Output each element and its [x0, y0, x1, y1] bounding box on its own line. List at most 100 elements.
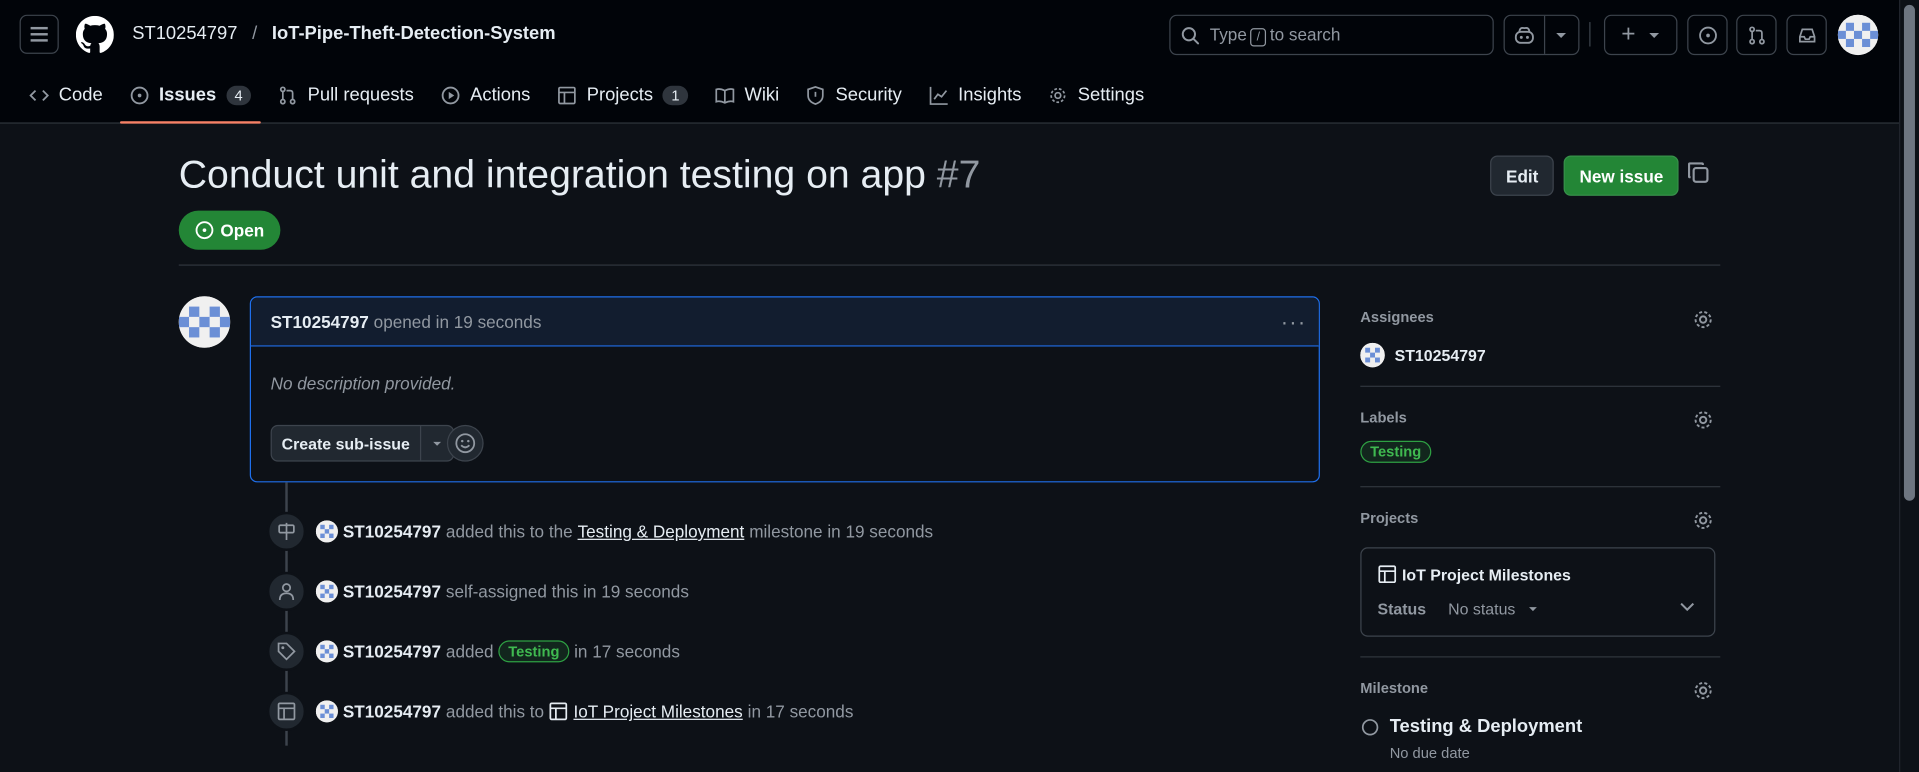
- event-text: added this to: [445, 701, 545, 722]
- timeline-event: ST10254797 added Testing in 17 seconds: [266, 631, 680, 671]
- tab-label: Code: [58, 84, 103, 106]
- add-reaction-button[interactable]: [446, 424, 484, 462]
- gear-icon: [1048, 85, 1068, 105]
- breadcrumb-repo[interactable]: IoT-Pipe-Theft-Detection-System: [272, 23, 556, 44]
- tab-actions[interactable]: Actions: [431, 73, 540, 116]
- progress-circle-icon: [1361, 718, 1379, 735]
- person-icon: [266, 571, 307, 611]
- table-icon: [1378, 565, 1397, 584]
- git-pull-request-icon: [1748, 25, 1765, 44]
- event-text: added this to the: [445, 521, 573, 542]
- gear-icon[interactable]: [1692, 409, 1714, 431]
- github-logo-icon[interactable]: [75, 15, 114, 54]
- event-text: in 17 seconds: [747, 701, 854, 722]
- gear-icon[interactable]: [1692, 680, 1714, 702]
- event-text: added: [445, 641, 494, 662]
- search-input[interactable]: Type / to search: [1169, 14, 1494, 56]
- tab-label: Settings: [1077, 84, 1145, 106]
- copy-icon: [1687, 162, 1709, 183]
- pull-requests-button[interactable]: [1736, 14, 1777, 56]
- issue-number: #7: [936, 151, 981, 196]
- tab-pull-requests[interactable]: Pull requests: [268, 73, 423, 116]
- kebab-menu-icon[interactable]: ···: [1281, 310, 1307, 336]
- edit-button[interactable]: Edit: [1490, 155, 1555, 196]
- event-text: self-assigned this in 19 seconds: [445, 581, 689, 602]
- gear-icon[interactable]: [1692, 309, 1714, 331]
- comment-author[interactable]: ST10254797: [271, 312, 369, 332]
- timeline-event: ST10254797 self-assigned this in 19 seco…: [266, 571, 689, 611]
- sidebar-divider: [1360, 486, 1721, 488]
- status-dropdown[interactable]: No status: [1448, 600, 1537, 618]
- chevron-down-icon: [1545, 31, 1578, 38]
- search-placeholder-pre: Type: [1209, 23, 1247, 44]
- issues-button[interactable]: [1687, 14, 1728, 56]
- label-badge[interactable]: Testing: [1360, 440, 1432, 463]
- copilot-icon: [1505, 15, 1546, 54]
- graph-icon: [929, 85, 949, 105]
- sidebar-divider: [1360, 385, 1721, 387]
- tab-label: Actions: [470, 84, 531, 106]
- tab-counter: 1: [662, 85, 689, 105]
- scrollbar-thumb[interactable]: [1903, 4, 1915, 501]
- table-icon: [557, 85, 577, 105]
- create-new-button[interactable]: +: [1603, 14, 1678, 56]
- identicon-icon: [1837, 14, 1879, 56]
- tab-issues[interactable]: Issues 4: [119, 73, 262, 124]
- project-status-row: Status No status: [1377, 600, 1537, 618]
- sidebar-projects: Projects: [1360, 509, 1716, 529]
- sidebar-divider: [1360, 656, 1721, 658]
- event-avatar[interactable]: [315, 700, 338, 723]
- new-issue-button[interactable]: New issue: [1563, 155, 1680, 196]
- tab-settings[interactable]: Settings: [1039, 73, 1154, 116]
- event-avatar[interactable]: [315, 640, 338, 663]
- header-divider: [1589, 22, 1591, 47]
- identicon-icon: [178, 296, 231, 348]
- label-badge[interactable]: Testing: [498, 640, 570, 663]
- copy-link-button[interactable]: [1686, 160, 1715, 189]
- avatar: [1360, 342, 1385, 368]
- project-link[interactable]: IoT Project Milestones: [573, 702, 742, 722]
- milestone-link[interactable]: Testing & Deployment: [578, 522, 745, 542]
- issue-state-label: Open: [220, 220, 265, 240]
- tab-label: Projects: [586, 84, 654, 106]
- create-sub-issue-button[interactable]: Create sub-issue: [270, 424, 454, 462]
- search-placeholder-post: to search: [1269, 23, 1341, 44]
- sidebar-labels: Labels Testing: [1360, 409, 1716, 463]
- assignee-item[interactable]: ST10254797: [1360, 342, 1716, 368]
- event-text: in 17 seconds: [574, 641, 680, 662]
- tab-counter: 4: [225, 85, 252, 105]
- app-header: ST10254797 / IoT-Pipe-Theft-Detection-Sy…: [0, 0, 1919, 124]
- event-user[interactable]: ST10254797: [343, 582, 441, 602]
- event-user[interactable]: ST10254797: [343, 642, 441, 662]
- breadcrumb-owner[interactable]: ST10254797: [132, 23, 237, 44]
- tab-wiki[interactable]: Wiki: [705, 73, 789, 116]
- tab-label: Wiki: [744, 84, 780, 106]
- section-title: Assignees: [1360, 308, 1434, 326]
- project-card[interactable]: IoT Project Milestones Status No status: [1360, 547, 1716, 637]
- event-avatar[interactable]: [315, 520, 338, 543]
- inbox-icon: [1798, 27, 1815, 42]
- issue-state-badge: Open: [178, 210, 281, 250]
- comment-author-avatar[interactable]: [178, 296, 231, 348]
- tab-code[interactable]: Code: [20, 73, 113, 116]
- milestone-name: Testing & Deployment: [1389, 716, 1583, 738]
- project-title[interactable]: IoT Project Milestones: [1377, 564, 1571, 584]
- search-shortcut-key: /: [1250, 27, 1267, 46]
- inbox-button[interactable]: [1786, 14, 1827, 56]
- milestone-item[interactable]: Testing & Deployment: [1360, 716, 1716, 737]
- event-avatar[interactable]: [315, 580, 338, 603]
- event-user[interactable]: ST10254797: [343, 522, 441, 542]
- event-user[interactable]: ST10254797: [343, 702, 441, 722]
- tab-security[interactable]: Security: [796, 73, 911, 116]
- gear-icon[interactable]: [1692, 509, 1714, 531]
- scrollbar[interactable]: [1899, 0, 1919, 772]
- chevron-down-icon: [1649, 32, 1659, 38]
- menu-button[interactable]: [19, 14, 59, 54]
- tab-projects[interactable]: Projects 1: [548, 73, 698, 116]
- copilot-button[interactable]: [1503, 14, 1580, 56]
- create-sub-issue-label[interactable]: Create sub-issue: [272, 426, 421, 461]
- chevron-down-icon[interactable]: [1680, 602, 1695, 612]
- user-avatar[interactable]: [1837, 14, 1879, 56]
- tab-label: Security: [835, 84, 902, 106]
- tab-insights[interactable]: Insights: [919, 73, 1031, 116]
